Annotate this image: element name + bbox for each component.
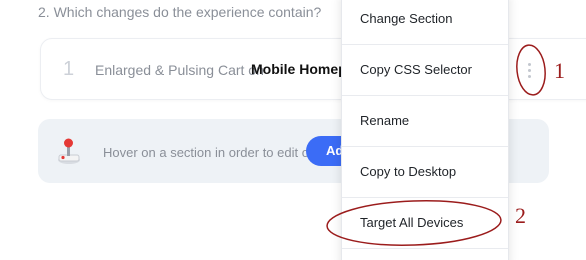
annotation-label-1: 1 (554, 58, 565, 83)
more-options-icon[interactable] (517, 56, 541, 84)
question-text: 2. Which changes do the experience conta… (38, 4, 322, 20)
kebab-dot (527, 68, 531, 72)
annotation-label-2: 2 (515, 203, 526, 228)
menu-item-copy-to-desktop[interactable]: Copy to Desktop (342, 147, 508, 197)
experience-editor: 2. Which changes do the experience conta… (0, 0, 586, 260)
change-description: Enlarged & Pulsing Cart on (95, 62, 264, 78)
menu-item-copy-css-selector[interactable]: Copy CSS Selector (342, 45, 508, 95)
menu-item-target-all-devices[interactable]: Target All Devices (342, 198, 508, 248)
context-menu: Change Section Copy CSS Selector Rename … (341, 0, 509, 260)
menu-divider (342, 248, 508, 249)
hint-text: Hover on a section in order to edit or (103, 145, 314, 160)
kebab-dot (527, 74, 531, 78)
menu-item-rename[interactable]: Rename (342, 96, 508, 146)
joystick-icon (58, 138, 80, 164)
menu-item-change-section[interactable]: Change Section (342, 0, 508, 44)
kebab-dot (527, 62, 531, 66)
change-index: 1 (63, 58, 75, 80)
change-page-name: Mobile Homep (251, 61, 347, 77)
